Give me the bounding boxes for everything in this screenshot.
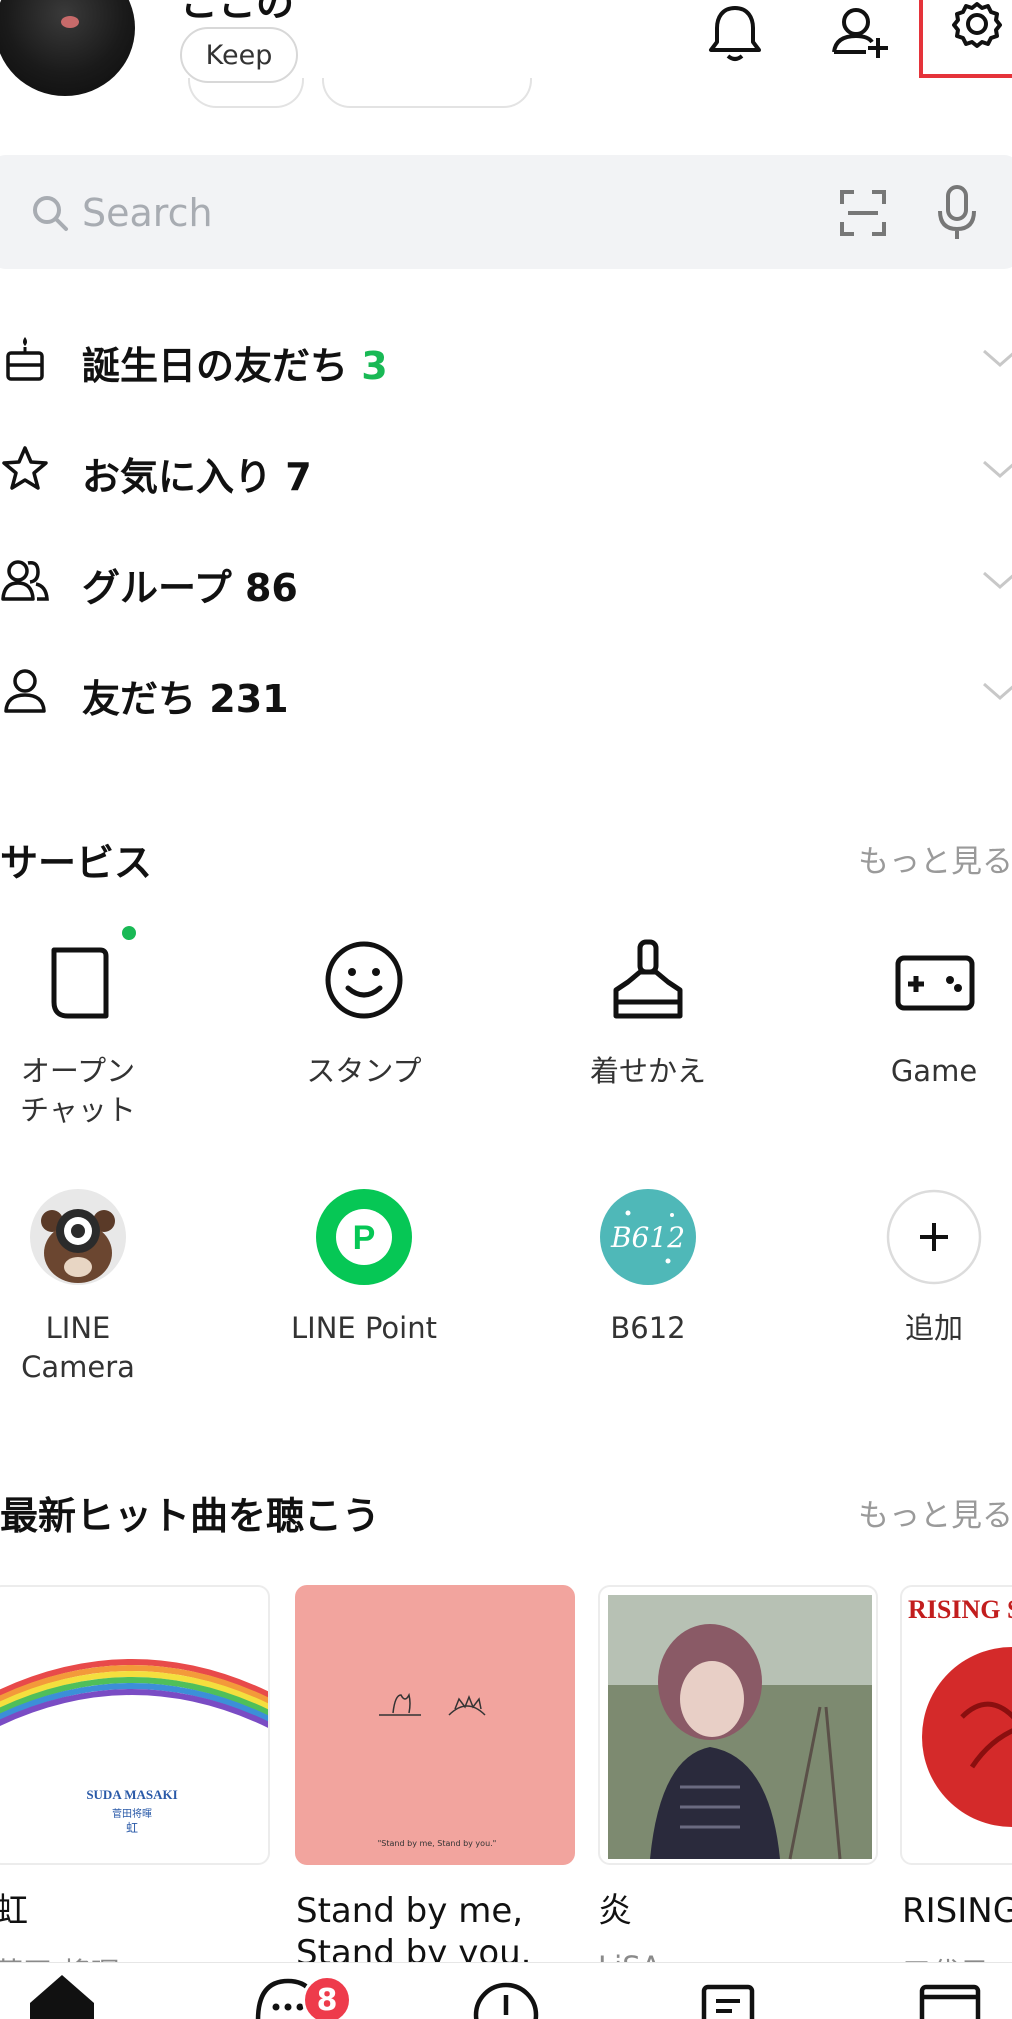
service-label: スタンプ	[306, 1054, 422, 1088]
section-count: 3	[361, 344, 388, 388]
search-icon	[33, 196, 68, 231]
song-title[interactable]: RISING	[902, 1890, 1012, 1932]
cover-artist-text: SUDA MASAKI	[86, 1787, 178, 1802]
qr-scan-icon[interactable]	[840, 190, 886, 236]
search-placeholder: Search	[82, 191, 213, 235]
section-label: 友だち 231	[82, 677, 289, 721]
bottom-navigation	[0, 1962, 1012, 2019]
section-favorites[interactable]: お気に入り 7	[0, 414, 1012, 524]
section-label: お気に入り 7	[82, 455, 312, 499]
music-title: 最新ヒット曲を聴こう	[0, 1494, 381, 1538]
service-label: 着せかえ	[589, 1054, 706, 1088]
svg-text:P: P	[353, 1219, 376, 1257]
new-indicator-dot	[122, 926, 136, 940]
service-label: オープン チャット	[20, 1054, 136, 1127]
section-friends[interactable]: 友だち 231	[0, 636, 1012, 746]
song-title[interactable]: 虹	[0, 1890, 28, 1932]
service-line-point[interactable]: P LINE Point	[264, 1187, 464, 1348]
sticker-icon	[325, 941, 403, 1019]
gamepad-icon	[895, 955, 975, 1011]
service-label: LINE Camera	[21, 1311, 135, 1384]
service-openchat[interactable]: オープン チャット	[0, 930, 178, 1130]
rising-sun-cover-art	[922, 1647, 1012, 1827]
timeline-clock-icon[interactable]	[466, 1963, 546, 2019]
section-count: 231	[209, 677, 289, 721]
section-label: 誕生日の友だち 3	[82, 344, 388, 388]
news-icon[interactable]	[688, 1963, 768, 2019]
openchat-icon	[51, 947, 109, 1019]
line-camera-icon	[30, 1189, 126, 1285]
profile-avatar[interactable]	[0, 0, 135, 96]
add-friend-icon[interactable]	[826, 0, 896, 70]
service-label: Game	[890, 1054, 978, 1088]
chat-unread-badge: 8	[302, 1975, 352, 2019]
b612-icon: B612	[600, 1189, 696, 1285]
music-more-link[interactable]: もっと見る	[858, 1490, 1012, 1535]
cover-caption: "Stand by me, Stand by you."	[377, 1839, 497, 1848]
section-count: 7	[285, 455, 312, 499]
section-count: 86	[244, 566, 298, 610]
chevron-down-icon	[983, 349, 1012, 367]
star-icon	[2, 446, 48, 490]
section-groups[interactable]: グループ 86	[0, 525, 1012, 635]
album-cover[interactable]: "Stand by me, Stand by you."	[295, 1585, 575, 1865]
song-title[interactable]: 炎	[598, 1890, 632, 1932]
wallet-icon[interactable]	[910, 1963, 990, 2019]
settings-highlight-box	[919, 0, 1012, 78]
home-icon[interactable]	[22, 1963, 102, 2019]
group-icon	[1, 560, 49, 601]
service-add[interactable]: 追加	[834, 1187, 1012, 1348]
album-cover[interactable]: RISING SU	[900, 1585, 1012, 1865]
chevron-down-icon	[983, 460, 1012, 478]
avatar-dog-nose	[61, 16, 79, 28]
svg-text:B612: B612	[610, 1221, 685, 1254]
service-label: LINE Point	[291, 1311, 437, 1345]
birthday-cake-icon	[6, 337, 44, 381]
album-cover[interactable]	[598, 1585, 878, 1865]
cover-sub-text: 菅田将暉	[112, 1809, 152, 1820]
chevron-down-icon	[983, 682, 1012, 700]
service-label: 追加	[904, 1311, 963, 1345]
service-line-camera[interactable]: LINE Camera	[0, 1187, 178, 1387]
service-theme[interactable]: 着せかえ	[548, 930, 748, 1091]
cover-title-text: 虹	[125, 1821, 138, 1835]
section-birthday-friends[interactable]: 誕生日の友だち 3	[0, 303, 1012, 413]
section-label: グループ 86	[82, 566, 298, 610]
theme-brush-icon	[613, 939, 683, 1019]
profile-header: ここの Keep	[0, 0, 1012, 130]
search-bar[interactable]: Search	[0, 155, 1012, 269]
notification-bell-icon[interactable]	[700, 0, 770, 70]
plus-icon	[886, 1189, 982, 1285]
service-sticker[interactable]: スタンプ	[264, 930, 464, 1091]
service-label: B612	[610, 1311, 686, 1345]
services-more-link[interactable]: もっと見る	[858, 836, 1012, 881]
chip-outline	[322, 78, 532, 108]
microphone-icon[interactable]	[934, 185, 980, 241]
service-b612[interactable]: B612 B612	[548, 1187, 748, 1348]
hat-tiara-cover-art	[379, 1692, 486, 1716]
profile-name[interactable]: ここの	[180, 0, 294, 27]
lisa-photo-cover-art	[608, 1595, 872, 1860]
album-cover[interactable]: SUDA MASAKI 菅田将暉 虹	[0, 1585, 270, 1865]
cover-title-text: RISING SU	[908, 1595, 1012, 1624]
line-point-icon: P	[316, 1189, 412, 1285]
service-game[interactable]: Game	[834, 930, 1012, 1091]
person-icon	[4, 669, 46, 713]
keep-button[interactable]: Keep	[180, 27, 298, 83]
chevron-down-icon	[983, 571, 1012, 589]
services-title: サービス	[0, 841, 153, 885]
